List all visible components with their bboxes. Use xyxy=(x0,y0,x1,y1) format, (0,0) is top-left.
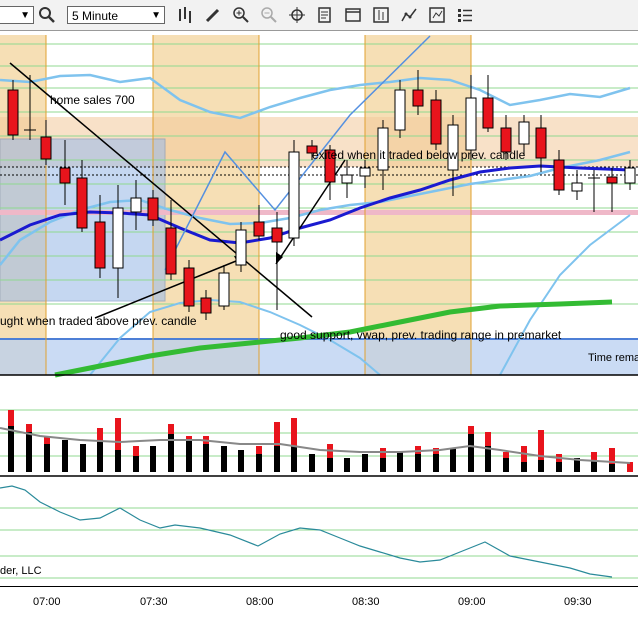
zoom-in-icon[interactable] xyxy=(231,5,251,25)
chevron-down-icon: ▼ xyxy=(20,10,30,21)
indicator-icon[interactable] xyxy=(399,5,419,25)
grid-icon[interactable] xyxy=(371,5,391,25)
annotation-bought: ught when traded above prev. candle xyxy=(0,314,197,328)
search-icon[interactable] xyxy=(37,5,57,25)
support-zone xyxy=(0,339,638,375)
pencil-icon[interactable] xyxy=(203,5,223,25)
document-icon[interactable] xyxy=(315,5,335,25)
time-axis xyxy=(0,586,638,617)
time-tick: 08:00 xyxy=(246,596,274,608)
zoom-out-icon[interactable] xyxy=(259,5,279,25)
copyright-label: der, LLC xyxy=(0,565,42,577)
annotation-support: good support, vwap, prev. trading range … xyxy=(280,328,562,342)
annotation-exited: exited when it traded below prev. candle xyxy=(312,148,526,162)
time-remaining-label: Time rema xyxy=(588,352,638,364)
window-icon[interactable] xyxy=(343,5,363,25)
time-tick: 07:00 xyxy=(33,596,61,608)
time-tick: 09:00 xyxy=(458,596,486,608)
crosshair-icon[interactable] xyxy=(287,5,307,25)
list-icon[interactable] xyxy=(455,5,475,25)
symbol-select[interactable]: ▼ xyxy=(0,6,34,24)
time-tick: 07:30 xyxy=(140,596,168,608)
interval-select[interactable]: 5 Minute ▼ xyxy=(67,6,165,24)
indicator-line xyxy=(0,485,613,578)
settings-icon[interactable] xyxy=(427,5,447,25)
interval-value: 5 Minute xyxy=(72,9,119,23)
bar-chart-icon[interactable] xyxy=(176,5,196,25)
chart-toolbar: ▼ 5 Minute ▼ xyxy=(0,0,638,31)
time-tick: 09:30 xyxy=(564,596,592,608)
time-tick: 08:30 xyxy=(352,596,380,608)
chevron-down-icon: ▼ xyxy=(151,10,161,21)
annotation-home-sales: home sales 700 xyxy=(50,93,135,107)
